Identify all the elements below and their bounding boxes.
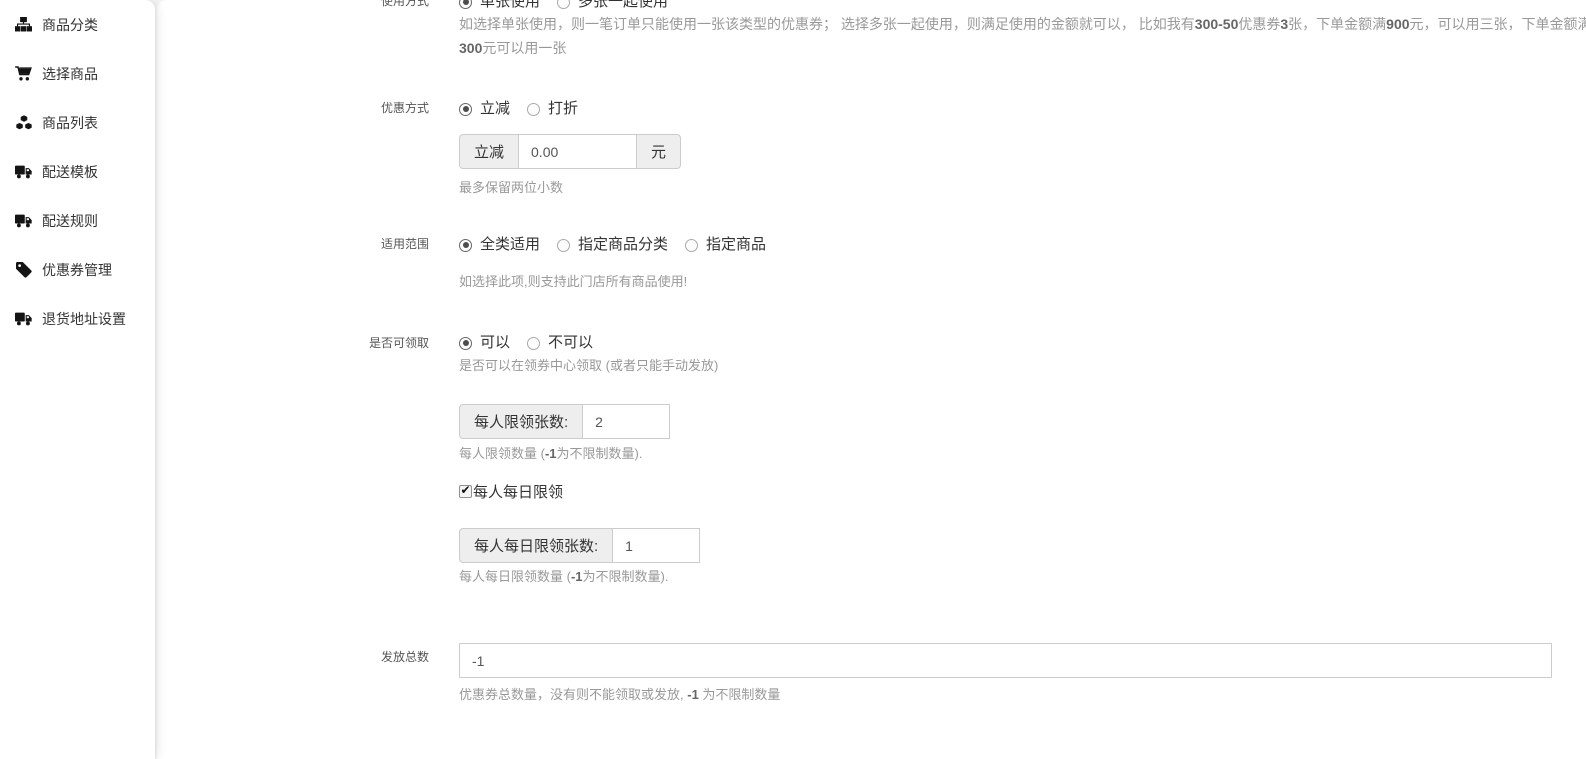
radio-unselected-icon (557, 239, 570, 252)
radio-label: 全类适用 (480, 233, 540, 257)
shopping-cart-icon (14, 65, 33, 82)
radio-selected-icon (459, 0, 472, 9)
sidebar-item-delivery-rules[interactable]: 配送规则 (0, 196, 155, 245)
claim-label: 是否可领取 (157, 334, 429, 352)
checkbox-checked-icon: ✔ (459, 485, 472, 498)
sidebar-item-coupon-management[interactable]: 优惠券管理 (0, 245, 155, 294)
per-day-limit-group: 每人每日限领张数: (459, 528, 700, 563)
radio-label: 不可以 (548, 331, 593, 355)
discount-radio-group: 立减 打折 (459, 97, 595, 121)
scope-hint: 如选择此项,则支持此门店所有商品使用! (459, 273, 687, 291)
sidebar: 商品分类 选择商品 商品列表 (0, 0, 155, 759)
checkbox-label: 每人每日限领 (473, 481, 563, 502)
radio-label: 打折 (548, 97, 578, 121)
daily-limit-checkbox[interactable]: ✔ 每人每日限领 (459, 481, 563, 501)
usage-label: 使用方式 (157, 0, 429, 10)
scope-label: 适用范围 (157, 235, 429, 253)
radio-instant-reduction[interactable]: 立减 (459, 97, 510, 121)
usage-description-line2: 300元可以用一张 (459, 36, 566, 60)
radio-label: 可以 (480, 331, 510, 355)
radio-percent-discount[interactable]: 打折 (527, 97, 578, 121)
discount-amount-group: 立减 元 (459, 134, 681, 169)
truck-icon (14, 212, 33, 229)
radio-unselected-icon (527, 103, 540, 116)
radio-selected-icon (459, 337, 472, 350)
sidebar-item-label: 优惠券管理 (42, 260, 112, 280)
discount-amount-unit: 元 (636, 134, 681, 169)
sidebar-item-label: 商品列表 (42, 113, 98, 133)
discount-amount-addon: 立减 (459, 134, 519, 169)
per-user-limit-input[interactable] (582, 404, 670, 439)
radio-unselected-icon (557, 0, 570, 9)
sidebar-item-label: 退货地址设置 (42, 309, 126, 329)
radio-unselected-icon (527, 337, 540, 350)
sidebar-item-label: 选择商品 (42, 64, 98, 84)
scope-radio-group: 全类适用 指定商品分类 指定商品 (459, 233, 783, 257)
radio-selected-icon (459, 239, 472, 252)
sidebar-item-label: 配送模板 (42, 162, 98, 182)
cubes-icon (14, 114, 33, 131)
sidebar-item-label: 配送规则 (42, 211, 98, 231)
radio-all-categories[interactable]: 全类适用 (459, 233, 540, 257)
usage-description-line1: 如选择单张使用，则一笔订单只能使用一张该类型的优惠券； 选择多张一起使用，则满足… (459, 12, 1586, 36)
sidebar-item-label: 商品分类 (42, 15, 98, 35)
radio-label: 指定商品分类 (578, 233, 668, 257)
radio-unselected-icon (685, 239, 698, 252)
per-user-limit-hint: 每人限领数量 (-1为不限制数量). (459, 445, 642, 463)
radio-specified-products[interactable]: 指定商品 (685, 233, 766, 257)
sitemap-icon (14, 16, 33, 33)
total-hint: 优惠券总数量，没有则不能领取或发放, -1 为不限制数量 (459, 686, 780, 704)
radio-specified-categories[interactable]: 指定商品分类 (557, 233, 668, 257)
radio-claim-yes[interactable]: 可以 (459, 331, 510, 355)
discount-amount-input[interactable] (518, 134, 637, 169)
truck-icon (14, 310, 33, 327)
sidebar-item-select-products[interactable]: 选择商品 (0, 49, 155, 98)
radio-label: 立减 (480, 97, 510, 121)
sidebar-item-product-list[interactable]: 商品列表 (0, 98, 155, 147)
sidebar-item-delivery-template[interactable]: 配送模板 (0, 147, 155, 196)
discount-hint: 最多保留两位小数 (459, 179, 563, 197)
main-content: 使用方式 单张使用 多张一起使用 如选择单张使用，则一笔订单只能使用一张该类型的… (157, 0, 1586, 759)
claim-hint: 是否可以在领券中心领取 (或者只能手动发放) (459, 357, 718, 375)
tag-icon (14, 261, 33, 278)
total-count-input[interactable] (459, 643, 1552, 678)
per-user-limit-group: 每人限领张数: (459, 404, 670, 439)
discount-label: 优惠方式 (157, 99, 429, 117)
radio-label: 指定商品 (706, 233, 766, 257)
per-day-limit-input[interactable] (612, 528, 700, 563)
radio-claim-no[interactable]: 不可以 (527, 331, 593, 355)
claim-radio-group: 可以 不可以 (459, 331, 610, 355)
sidebar-item-product-categories[interactable]: 商品分类 (0, 0, 155, 49)
radio-selected-icon (459, 103, 472, 116)
per-day-limit-addon: 每人每日限领张数: (459, 528, 613, 563)
total-label: 发放总数 (157, 648, 429, 666)
truck-icon (14, 163, 33, 180)
per-day-limit-hint: 每人每日限领数量 (-1为不限制数量). (459, 568, 668, 586)
sidebar-item-return-address-settings[interactable]: 退货地址设置 (0, 294, 155, 343)
per-user-limit-addon: 每人限领张数: (459, 404, 583, 439)
